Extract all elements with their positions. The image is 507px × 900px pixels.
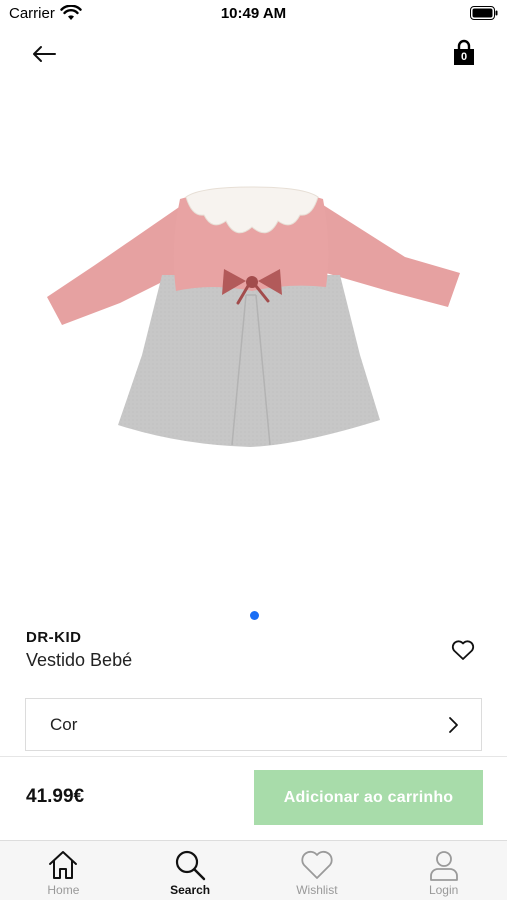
clock: 10:49 AM — [220, 5, 287, 22]
tab-label: Login — [428, 883, 459, 897]
product-price: 41.99€ — [26, 786, 85, 807]
tab-label: Home — [47, 883, 80, 897]
battery-icon — [470, 6, 498, 20]
add-to-cart-button[interactable]: Adicionar ao carrinho — [254, 770, 483, 825]
home-icon — [49, 851, 78, 879]
search-icon — [176, 850, 206, 881]
carousel-dot-active[interactable] — [250, 611, 259, 620]
product-image[interactable] — [0, 95, 507, 595]
tab-label: Wishlist — [296, 883, 338, 897]
brand-name: DR-KID — [26, 629, 82, 646]
tab-login[interactable]: Login — [380, 841, 507, 900]
tab-wishlist[interactable]: Wishlist — [254, 841, 381, 900]
dress-illustration — [47, 186, 460, 447]
tab-label: Search — [170, 883, 211, 897]
heart-outline-icon — [451, 640, 475, 660]
wishlist-button[interactable] — [450, 638, 476, 662]
tab-bar: Home Search Wishlist Login — [0, 840, 507, 900]
product-name: Vestido Bebé — [26, 650, 133, 670]
back-button[interactable] — [28, 40, 60, 68]
chevron-right-icon — [449, 716, 458, 733]
color-selector-label: Cor — [50, 714, 78, 734]
divider — [0, 756, 507, 757]
color-selector[interactable]: Cor — [25, 698, 482, 751]
user-icon — [429, 851, 458, 881]
cart-count: 0 — [460, 51, 468, 63]
status-bar: Carrier 10:49 AM — [0, 0, 507, 30]
arrow-left-icon — [33, 46, 56, 62]
cart-button[interactable]: 0 — [448, 38, 480, 70]
tab-home[interactable]: Home — [0, 841, 127, 900]
heart-icon — [301, 850, 333, 879]
tab-search[interactable]: Search — [127, 841, 254, 900]
